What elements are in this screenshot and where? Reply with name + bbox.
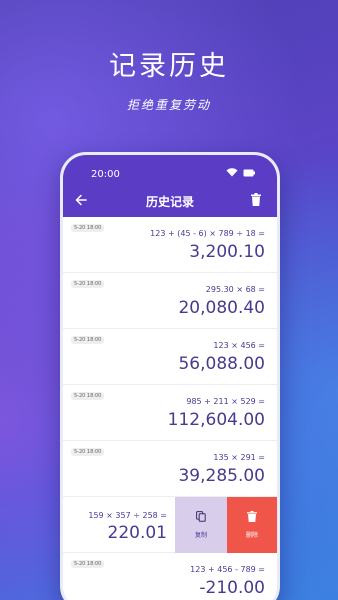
- app-header: 20:00 历史记录: [63, 155, 277, 217]
- row-result: 39,285.00: [178, 466, 265, 486]
- row-timestamp: 5-20 18:00: [71, 392, 105, 400]
- promo-subtitle: 拒绝重复劳动: [126, 98, 211, 112]
- page-title: 历史记录: [145, 195, 194, 209]
- copy-button[interactable]: 复制: [175, 497, 227, 553]
- history-row[interactable]: 5-20 18:00 295.30 × 68 = 20,080.40: [63, 273, 277, 329]
- history-list: 5-20 18:00 123 + (45 - 6) × 789 ÷ 18 = 3…: [63, 217, 277, 600]
- row-timestamp: 5-20 18:00: [71, 336, 105, 344]
- promo-title: 记录历史: [109, 51, 229, 82]
- row-result: 56,088.00: [178, 354, 265, 374]
- row-expression: 135 × 291 =: [213, 453, 265, 462]
- history-row-swiped[interactable]: 159 × 357 ÷ 258 = 220.01 复制 删除: [63, 497, 277, 553]
- toolbar: 历史记录: [63, 193, 277, 213]
- copy-icon: [196, 511, 206, 522]
- row-result: 3,200.10: [189, 242, 265, 262]
- history-row[interactable]: 5-20 18:00 123 × 456 = 56,088.00: [63, 329, 277, 385]
- row-timestamp: 5-20 18:00: [71, 224, 105, 232]
- history-row[interactable]: 5-20 18:00 135 × 291 = 39,285.00: [63, 441, 277, 497]
- row-expression: 123 × 456 =: [213, 341, 265, 350]
- row-result: 112,604.00: [167, 410, 265, 430]
- status-time: 20:00: [91, 169, 120, 180]
- history-row[interactable]: 5-20 18:00 985 + 211 × 529 = 112,604.00: [63, 385, 277, 441]
- delete-label: 删除: [245, 532, 258, 539]
- row-timestamp: 5-20 18:00: [71, 560, 105, 568]
- row-expression: 123 + (45 - 6) × 789 ÷ 18 =: [150, 229, 265, 238]
- copy-label: 复制: [194, 532, 207, 539]
- row-timestamp: 5-20 18:00: [71, 280, 105, 288]
- history-row[interactable]: 5-20 18:00 123 + 456 - 789 = -210.00: [63, 553, 277, 600]
- row-expression: 295.30 × 68 =: [205, 285, 265, 294]
- delete-icon: [247, 511, 257, 522]
- row-expression: 159 × 357 ÷ 258 =: [88, 511, 167, 520]
- row-expression: 985 + 211 × 529 =: [186, 397, 265, 406]
- trash-icon[interactable]: [251, 193, 261, 206]
- row-timestamp: 5-20 18:00: [71, 448, 105, 456]
- row-expression: 123 + 456 - 789 =: [190, 565, 265, 574]
- wifi-icon: [226, 168, 238, 177]
- row-result: -210.00: [199, 578, 265, 598]
- row-result: 20,080.40: [178, 298, 265, 318]
- battery-icon: [243, 169, 255, 176]
- history-row[interactable]: 5-20 18:00 123 + (45 - 6) × 789 ÷ 18 = 3…: [63, 217, 277, 273]
- delete-button[interactable]: 删除: [227, 497, 277, 553]
- phone-frame: 20:00 历史记录 5-20 18:00 123 + (45 - 6) × 7…: [60, 152, 280, 600]
- status-icons: [226, 168, 255, 177]
- row-result: 220.01: [107, 523, 167, 543]
